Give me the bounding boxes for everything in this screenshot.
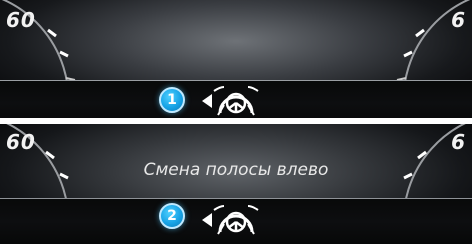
step-badge: 1: [159, 87, 185, 113]
steering-wheel-lane-change-left-icon: [202, 205, 259, 235]
gauge-left-value: 60: [6, 130, 36, 154]
gauge-right-value: 6: [451, 130, 466, 154]
gauge-left-value: 60: [6, 8, 36, 32]
instrument-cluster-panel-1: 60 6 1: [0, 0, 472, 118]
step-badge: 2: [159, 203, 185, 229]
lane-change-indicator: [200, 85, 268, 117]
steering-wheel-lane-change-left-icon: [202, 86, 259, 116]
gauge-right-value: 6: [451, 8, 466, 32]
lane-change-indicator: [200, 204, 268, 236]
lane-change-message: Смена полосы влево: [143, 160, 329, 180]
instrument-cluster-panel-2: 60 6 Смена полосы влево 2: [0, 124, 472, 244]
